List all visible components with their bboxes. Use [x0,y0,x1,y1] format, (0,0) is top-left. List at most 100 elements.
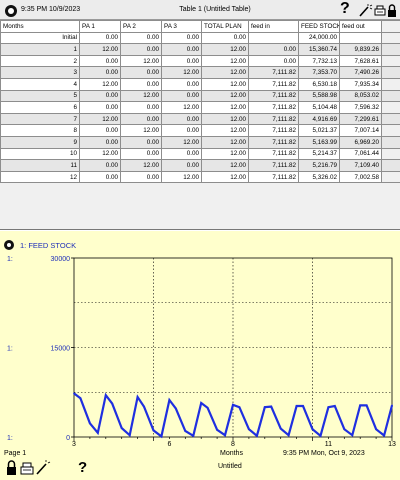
cell-pa1[interactable]: 0.00 [79,54,121,68]
cell-feed-in[interactable]: 7,111.82 [248,170,299,184]
cell-month[interactable]: 6 [0,101,80,114]
lock-icon[interactable] [388,4,396,17]
cell-feed-stock[interactable]: 7,353.70 [298,66,340,79]
cell-feed-in[interactable]: 0.00 [248,54,299,68]
cell-pa1[interactable]: 12.00 [79,147,121,161]
cell-pa2[interactable]: 0.00 [120,66,162,79]
cell-feed-out[interactable]: 7,061.44 [339,147,382,161]
column-header-total-plan[interactable]: TOTAL PLAN [201,20,249,33]
cell-feed-stock[interactable]: 5,104.48 [298,101,340,114]
cell-pa3[interactable]: 0.00 [161,124,202,137]
cell-feed-out[interactable]: 7,002.58 [339,170,382,184]
cell-pa1[interactable]: 0.00 [79,159,121,172]
column-header-months[interactable]: Months [0,20,80,33]
cell-pa3[interactable]: 0.00 [161,112,202,126]
cell-total-plan[interactable]: 12.00 [201,112,249,126]
lock-icon[interactable] [7,460,16,475]
cell-total-plan[interactable]: 12.00 [201,135,249,149]
cell-pa2[interactable]: 0.00 [120,135,162,149]
cell-month[interactable]: 12 [0,170,80,184]
cell-feed-in[interactable]: 7,111.82 [248,112,299,126]
column-header-pa3[interactable]: PA 3 [161,20,202,33]
cell-total-plan[interactable]: 12.00 [201,89,249,103]
cell-feed-stock[interactable]: 6,530.18 [298,77,340,91]
cell-month[interactable]: 11 [0,159,80,172]
cell-pa1[interactable]: 0.00 [79,170,121,184]
cell-feed-in[interactable] [248,31,299,45]
cell-feed-stock[interactable]: 5,588.98 [298,89,340,103]
cell-total-plan[interactable]: 12.00 [201,43,249,56]
cell-feed-in[interactable]: 7,111.82 [248,135,299,149]
cell-total-plan[interactable]: 0.00 [201,31,249,45]
cell-pa3[interactable]: 0.00 [161,54,202,68]
cell-total-plan[interactable]: 12.00 [201,77,249,91]
cell-pa1[interactable]: 0.00 [79,135,121,149]
cell-total-plan[interactable]: 12.00 [201,159,249,172]
column-header-pa2[interactable]: PA 2 [120,20,162,33]
wand-icon[interactable] [36,460,51,475]
cell-month[interactable]: 1 [0,43,80,56]
cell-month[interactable]: Initial [0,31,80,45]
cell-pa3[interactable]: 0.00 [161,147,202,161]
cell-pa2[interactable]: 0.00 [120,101,162,114]
cell-pa3[interactable]: 0.00 [161,89,202,103]
cell-feed-in[interactable]: 7,111.82 [248,89,299,103]
cell-pa2[interactable]: 0.00 [120,77,162,91]
cell-pa3[interactable]: 12.00 [161,170,202,184]
cell-pa1[interactable]: 12.00 [79,112,121,126]
cell-pa2[interactable]: 0.00 [120,43,162,56]
cell-pa3[interactable]: 12.00 [161,101,202,114]
cell-pa2[interactable]: 12.00 [120,89,162,103]
column-header-pa1[interactable]: PA 1 [79,20,121,33]
cell-month[interactable]: 5 [0,89,80,103]
cell-feed-stock[interactable]: 24,000.00 [298,31,340,45]
cell-feed-in[interactable]: 7,111.82 [248,101,299,114]
cell-total-plan[interactable]: 12.00 [201,54,249,68]
cell-feed-out[interactable]: 7,490.26 [339,66,382,79]
column-header-feed-out[interactable]: feed out [339,20,382,33]
cell-feed-out[interactable]: 7,109.40 [339,159,382,172]
cell-month[interactable]: 4 [0,77,80,91]
cell-feed-in[interactable]: 7,111.82 [248,159,299,172]
printer-icon[interactable] [20,462,34,475]
cell-feed-in[interactable]: 7,111.82 [248,147,299,161]
cell-feed-in[interactable]: 7,111.82 [248,77,299,91]
cell-pa3[interactable]: 0.00 [161,31,202,45]
cell-feed-out[interactable] [339,31,382,45]
column-header-feed-in[interactable]: feed in [248,20,299,33]
cell-month[interactable]: 9 [0,135,80,149]
cell-month[interactable]: 2 [0,54,80,68]
graph-help-button[interactable]: ? [78,459,87,476]
cell-pa1[interactable]: 0.00 [79,124,121,137]
printer-icon[interactable] [374,5,386,16]
cell-feed-stock[interactable]: 5,021.37 [298,124,340,137]
cell-feed-out[interactable]: 7,007.14 [339,124,382,137]
cell-pa3[interactable]: 12.00 [161,66,202,79]
cell-feed-in[interactable]: 7,111.82 [248,66,299,79]
cell-pa2[interactable]: 0.00 [120,112,162,126]
help-button[interactable]: ? [340,0,350,18]
pin-icon[interactable] [5,5,17,17]
cell-pa1[interactable]: 12.00 [79,43,121,56]
cell-pa2[interactable]: 0.00 [120,31,162,45]
cell-feed-out[interactable]: 7,299.61 [339,112,382,126]
cell-pa1[interactable]: 0.00 [79,31,121,45]
cell-pa2[interactable]: 0.00 [120,170,162,184]
cell-pa3[interactable]: 0.00 [161,77,202,91]
cell-pa2[interactable]: 12.00 [120,54,162,68]
cell-feed-out[interactable]: 7,596.32 [339,101,382,114]
cell-pa1[interactable]: 0.00 [79,66,121,79]
cell-feed-stock[interactable]: 4,916.69 [298,112,340,126]
cell-pa2[interactable]: 0.00 [120,147,162,161]
cell-month[interactable]: 3 [0,66,80,79]
cell-month[interactable]: 8 [0,124,80,137]
cell-feed-stock[interactable]: 5,326.02 [298,170,340,184]
cell-feed-out[interactable]: 9,839.26 [339,43,382,56]
cell-pa1[interactable]: 12.00 [79,77,121,91]
graph-pin-icon[interactable] [4,240,14,250]
cell-feed-out[interactable]: 7,628.61 [339,54,382,68]
cell-total-plan[interactable]: 12.00 [201,170,249,184]
cell-feed-out[interactable]: 8,053.02 [339,89,382,103]
cell-feed-in[interactable]: 0.00 [248,43,299,56]
cell-total-plan[interactable]: 12.00 [201,66,249,79]
